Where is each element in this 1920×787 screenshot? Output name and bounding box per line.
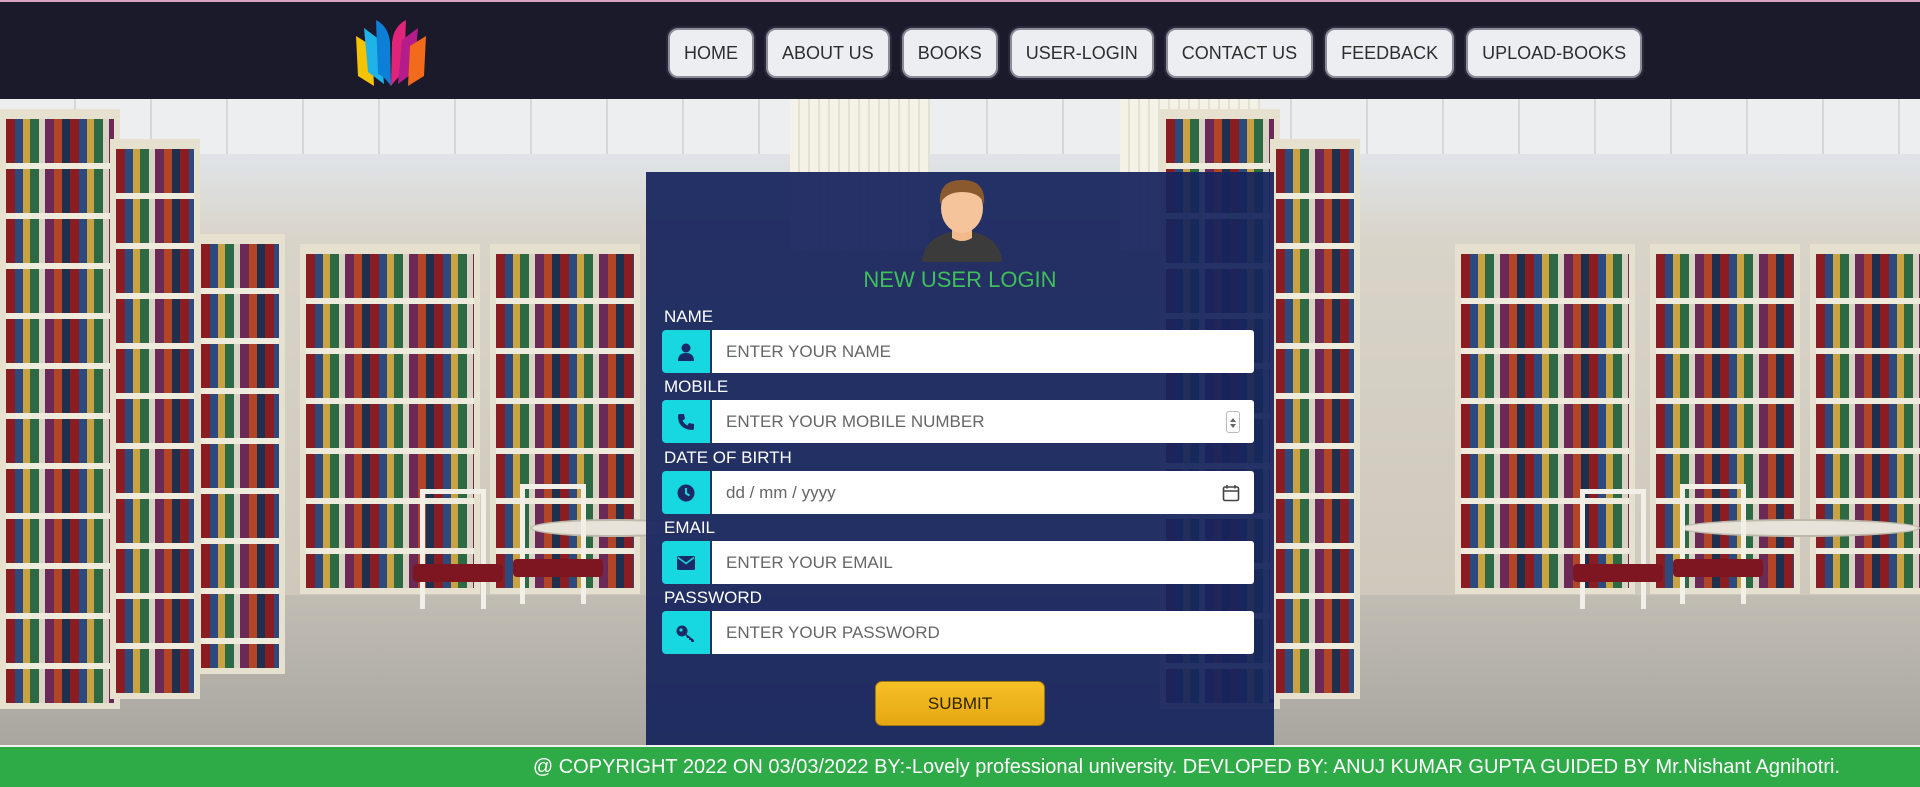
main-nav: HOME ABOUT US BOOKS USER-LOGIN CONTACT U…	[668, 28, 1643, 78]
bookshelf	[1270, 139, 1360, 699]
nav-home-button[interactable]: HOME	[668, 28, 754, 78]
email-input[interactable]	[726, 552, 1240, 573]
mobile-field	[662, 400, 1254, 443]
nav-books-button[interactable]: BOOKS	[901, 28, 998, 78]
password-field	[662, 611, 1254, 654]
mobile-label: MOBILE	[664, 377, 729, 396]
footer: @ COPYRIGHT 2022 ON 03/03/2022 BY:-Lovel…	[0, 745, 1920, 787]
name-field	[662, 330, 1254, 373]
calendar-icon[interactable]	[1222, 484, 1240, 502]
new-user-login-form: NEW USER LOGIN NAME MOBILE DATE OF BIRTH…	[646, 172, 1274, 745]
password-label: PASSWORD	[664, 588, 762, 607]
nav-upload-books-button[interactable]: UPLOAD-BOOKS	[1466, 28, 1643, 78]
user-icon	[662, 330, 710, 373]
dob-label: DATE OF BIRTH	[664, 448, 792, 467]
name-input-box	[712, 330, 1254, 373]
copyright-text: @ COPYRIGHT 2022 ON 03/03/2022 BY:-Lovel…	[532, 756, 1840, 778]
nav-feedback-button[interactable]: FEEDBACK	[1325, 28, 1455, 78]
nav-contact-us-button[interactable]: CONTACT US	[1165, 28, 1314, 78]
nav-user-login-button[interactable]: USER-LOGIN	[1009, 28, 1154, 78]
envelope-icon	[662, 541, 710, 584]
name-input[interactable]	[726, 341, 1240, 362]
email-field	[662, 541, 1254, 584]
email-input-box	[712, 541, 1254, 584]
ceiling	[0, 99, 1920, 154]
open-book-logo-icon[interactable]	[350, 16, 432, 88]
number-spinner-icon[interactable]	[1226, 410, 1240, 433]
dob-field	[662, 471, 1254, 514]
password-input-box	[712, 611, 1254, 654]
dob-input[interactable]	[726, 482, 1222, 503]
nav-about-us-button[interactable]: ABOUT US	[766, 28, 890, 78]
bookshelf	[110, 139, 200, 699]
clock-icon	[662, 471, 710, 514]
bookshelf	[195, 234, 285, 674]
email-label: EMAIL	[664, 518, 716, 537]
mobile-input-box	[712, 400, 1254, 443]
chair	[413, 489, 503, 609]
top-navbar: HOME ABOUT US BOOKS USER-LOGIN CONTACT U…	[0, 0, 1920, 99]
chair	[513, 484, 603, 604]
chair	[1673, 484, 1763, 604]
dob-input-box	[712, 471, 1254, 514]
submit-button[interactable]: SUBMIT	[875, 681, 1045, 726]
bookshelf	[0, 109, 120, 709]
phone-icon	[662, 400, 710, 443]
bookshelf	[1810, 244, 1920, 594]
name-label: NAME	[664, 307, 714, 326]
password-input[interactable]	[726, 622, 1240, 643]
form-title: NEW USER LOGIN	[863, 267, 1057, 292]
mobile-input[interactable]	[726, 411, 1226, 432]
key-icon	[662, 611, 710, 654]
chair	[1573, 489, 1663, 609]
user-avatar-icon	[922, 180, 1002, 262]
